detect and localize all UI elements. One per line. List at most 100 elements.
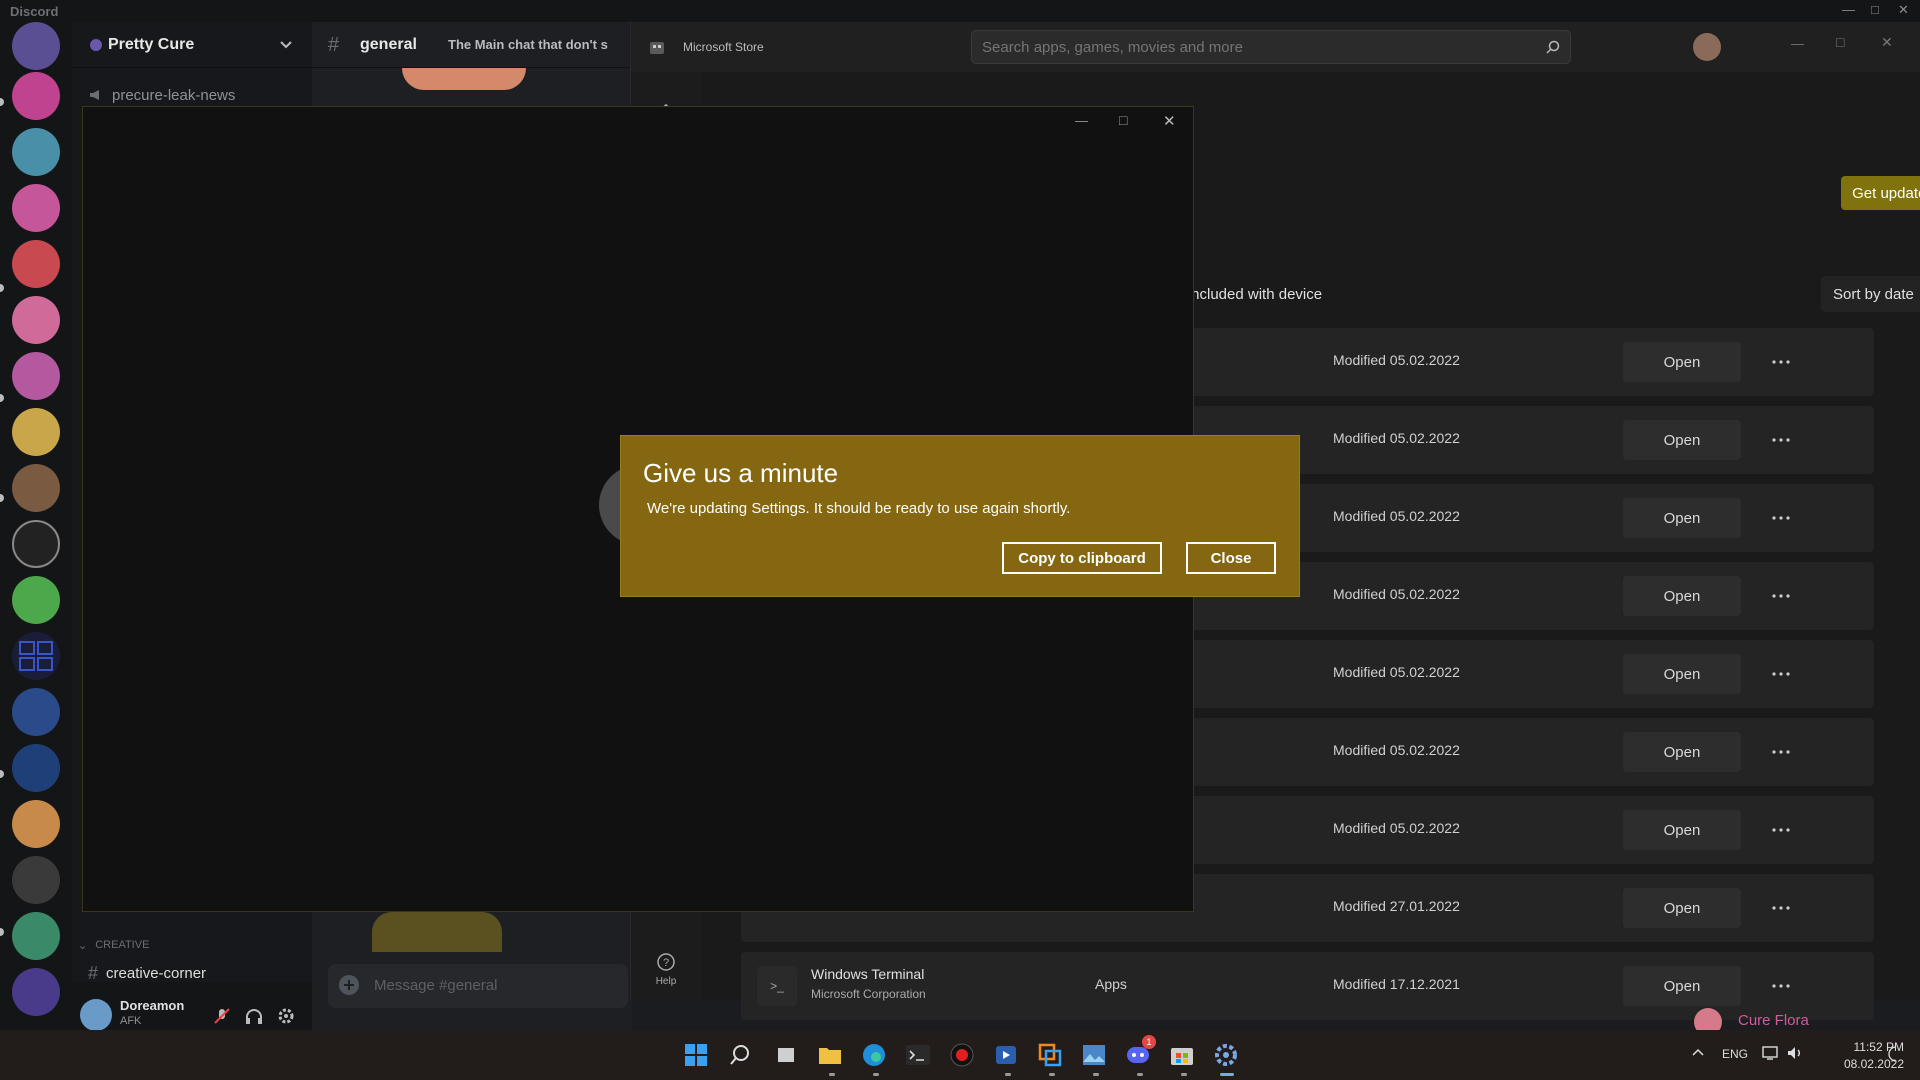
gear-icon[interactable]	[276, 1006, 296, 1026]
mute-microphone-icon[interactable]	[212, 1006, 232, 1026]
message-composer[interactable]: Message #general	[328, 964, 628, 1008]
channel-topic[interactable]: The Main chat that don't s	[448, 37, 628, 52]
close-icon[interactable]: ✕	[1898, 2, 1909, 18]
channel-item-precure-leak-news[interactable]: precure-leak-news	[88, 84, 235, 106]
more-options-icon[interactable]	[1761, 342, 1801, 382]
more-options-icon[interactable]	[1761, 654, 1801, 694]
unread-indicator	[0, 98, 4, 106]
help-button[interactable]: ? Help	[631, 948, 701, 998]
search-box[interactable]	[971, 30, 1571, 64]
chevron-down-icon[interactable]	[278, 36, 294, 52]
close-icon[interactable]: ✕	[1881, 34, 1893, 51]
open-button[interactable]: Open	[1623, 888, 1741, 928]
minimize-icon[interactable]: —	[1842, 2, 1855, 17]
svg-text:?: ?	[663, 957, 669, 969]
account-avatar[interactable]	[1693, 33, 1721, 61]
more-options-icon[interactable]	[1761, 576, 1801, 616]
network-icon[interactable]	[1762, 1045, 1780, 1061]
filter-included-with-device[interactable]: Included with device	[1187, 286, 1322, 303]
modified-date: Modified 05.02.2022	[1333, 664, 1460, 680]
volume-icon[interactable]	[1786, 1045, 1804, 1061]
modified-date: Modified 05.02.2022	[1333, 352, 1460, 368]
more-options-icon[interactable]	[1761, 732, 1801, 772]
server-icon[interactable]	[12, 520, 60, 568]
minimize-icon[interactable]: —	[1791, 36, 1804, 51]
server-header[interactable]: Pretty Cure	[72, 22, 312, 68]
member-name[interactable]: Cure Flora	[1738, 1012, 1809, 1029]
category-creative[interactable]: ⌄ CREATIVE	[78, 934, 149, 956]
server-icon[interactable]	[12, 184, 60, 232]
file-explorer-icon[interactable]	[814, 1039, 846, 1071]
dialog-message: We're updating Settings. It should be re…	[647, 500, 1071, 517]
open-button[interactable]: Open	[1623, 342, 1741, 382]
channel-item-creative-corner[interactable]: # creative-corner	[88, 962, 206, 984]
start-icon[interactable]	[680, 1039, 712, 1071]
open-button[interactable]: Open	[1623, 576, 1741, 616]
notifications-moon-icon[interactable]	[1886, 1046, 1900, 1062]
server-icon[interactable]	[12, 856, 60, 904]
discord-icon[interactable]: 1	[1122, 1035, 1156, 1071]
edge-icon[interactable]	[858, 1039, 890, 1071]
chat-image	[402, 68, 526, 90]
server-icon[interactable]	[12, 576, 60, 624]
server-icon[interactable]	[12, 464, 60, 512]
server-icon[interactable]	[12, 408, 60, 456]
open-button[interactable]: Open	[1623, 966, 1741, 1006]
maximize-icon[interactable]: □	[1871, 2, 1879, 17]
more-options-icon[interactable]	[1761, 966, 1801, 1006]
server-icon[interactable]	[12, 22, 60, 70]
open-button[interactable]: Open	[1623, 810, 1741, 850]
chevron-up-icon[interactable]	[1692, 1047, 1704, 1057]
minimize-icon[interactable]: —	[1075, 113, 1088, 128]
open-button[interactable]: Open	[1623, 420, 1741, 460]
more-options-icon[interactable]	[1761, 810, 1801, 850]
server-icon[interactable]	[12, 968, 60, 1016]
sort-dropdown[interactable]: Sort by date	[1821, 276, 1920, 312]
server-icon[interactable]	[12, 128, 60, 176]
photos-icon[interactable]	[1078, 1039, 1110, 1071]
server-icon[interactable]	[12, 72, 60, 120]
snipping-tool-icon[interactable]	[1034, 1039, 1066, 1071]
add-attachment-icon[interactable]	[338, 974, 360, 996]
task-view-icon[interactable]	[770, 1039, 802, 1071]
close-button[interactable]: Close	[1186, 542, 1276, 574]
close-icon[interactable]: ✕	[1163, 112, 1176, 130]
media-player-icon[interactable]	[990, 1039, 1022, 1071]
unread-indicator	[0, 494, 4, 502]
help-label: Help	[655, 976, 677, 987]
unread-indicator	[0, 928, 4, 936]
running-indicator	[829, 1073, 835, 1076]
server-icon[interactable]	[12, 744, 60, 792]
search-icon[interactable]	[724, 1039, 756, 1071]
running-indicator	[1005, 1073, 1011, 1076]
server-icon[interactable]	[12, 912, 60, 960]
server-icon[interactable]	[12, 352, 60, 400]
store-titlebar: Microsoft Store — □ ✕	[631, 22, 1920, 72]
open-button[interactable]: Open	[1623, 732, 1741, 772]
windows-xp-server-icon[interactable]	[12, 688, 60, 736]
get-updates-button[interactable]: Get updates	[1841, 176, 1920, 210]
windows-server-icon[interactable]	[12, 632, 60, 680]
username: Doreamon	[120, 998, 185, 1013]
record-icon[interactable]	[946, 1039, 978, 1071]
more-options-icon[interactable]	[1761, 888, 1801, 928]
server-icon[interactable]	[12, 800, 60, 848]
modified-date: Modified 05.02.2022	[1333, 586, 1460, 602]
more-options-icon[interactable]	[1761, 420, 1801, 460]
open-button[interactable]: Open	[1623, 498, 1741, 538]
server-icon[interactable]	[12, 240, 60, 288]
maximize-icon[interactable]: □	[1836, 34, 1844, 50]
settings-gear-icon[interactable]	[1210, 1039, 1242, 1071]
headphones-icon[interactable]	[244, 1006, 264, 1026]
store-icon[interactable]	[1166, 1039, 1198, 1071]
maximize-icon[interactable]: □	[1119, 112, 1127, 128]
search-icon[interactable]	[1546, 40, 1560, 54]
copy-to-clipboard-button[interactable]: Copy to clipboard	[1002, 542, 1162, 574]
server-icon[interactable]	[12, 296, 60, 344]
open-button[interactable]: Open	[1623, 654, 1741, 694]
avatar[interactable]	[80, 999, 112, 1031]
search-input[interactable]	[982, 31, 1522, 63]
language-indicator[interactable]: ENG	[1722, 1047, 1748, 1061]
more-options-icon[interactable]	[1761, 498, 1801, 538]
terminal-icon[interactable]	[902, 1039, 934, 1071]
